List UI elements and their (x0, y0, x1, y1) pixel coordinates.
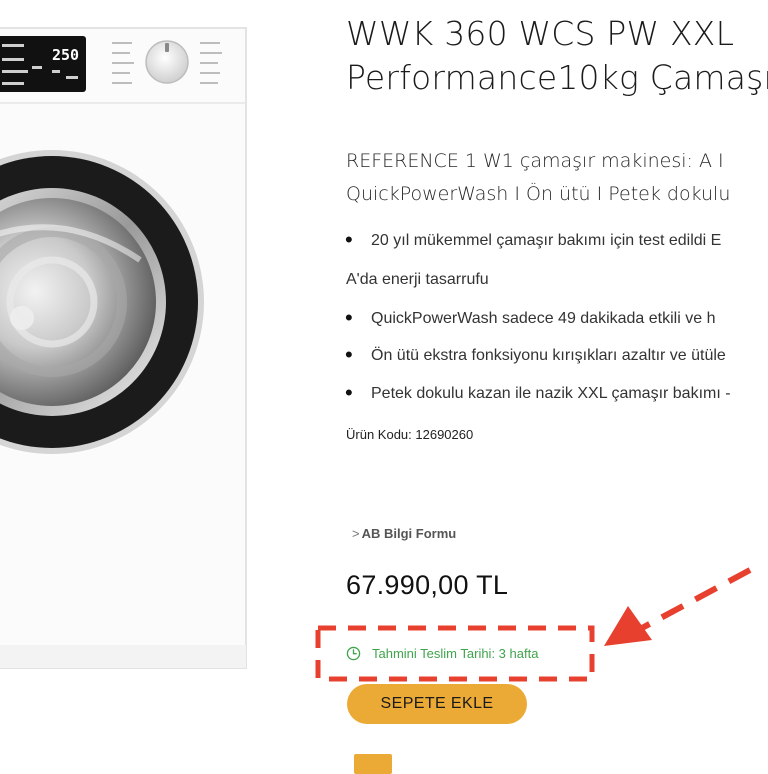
ab-info-form-label: AB Bilgi Formu (361, 526, 457, 541)
product-subtitle-line-2: QuickPowerWash I Ön ütü I Petek dokulu (346, 183, 731, 205)
add-to-cart-button[interactable]: SEPETE EKLE (347, 684, 527, 724)
product-price: 67.990,00 TL (346, 570, 509, 600)
annotation-arrow-head (604, 606, 652, 646)
feature-text: Ön ütü ekstra fonksiyonu kırışıkları aza… (371, 347, 726, 364)
badge-tag (354, 754, 392, 774)
washing-machine-image: 250 (0, 27, 247, 669)
clock-icon (346, 646, 361, 661)
product-subtitle: REFERENCE 1 W1 çamaşır makinesi: A I Qui… (346, 145, 730, 211)
product-title-line-2: Performance10kg Çamaşır (346, 58, 768, 97)
product-subtitle-line-1: REFERENCE 1 W1 çamaşır makinesi: A I (346, 150, 724, 172)
machine-display-text: 250 (52, 46, 79, 64)
feature-text: 20 yıl mükemmel çamaşır bakımı için test… (371, 232, 722, 249)
annotation-arrow-line (640, 567, 752, 631)
delivery-estimate: Tahmini Teslim Tarihi: 3 hafta (346, 646, 538, 661)
feature-text: Petek dokulu kazan ile nazik XXL çamaşır… (371, 385, 731, 402)
product-title: WWK 360 WCS PW XXL Performance10kg Çamaş… (346, 12, 768, 100)
feature-item: A'da enerji tasarrufu (346, 271, 489, 289)
product-code: Ürün Kodu: 12690260 (346, 427, 474, 442)
chevron-right-icon: > (352, 526, 360, 541)
feature-text: A'da enerji tasarrufu (346, 271, 489, 288)
ab-info-form-link[interactable]: > AB Bilgi Formu (352, 526, 456, 541)
product-title-line-1: WWK 360 WCS PW XXL (346, 14, 735, 53)
feature-text: QuickPowerWash sadece 49 dakikada etkili… (371, 310, 716, 327)
delivery-estimate-text: Tahmini Teslim Tarihi: 3 hafta (372, 646, 539, 661)
